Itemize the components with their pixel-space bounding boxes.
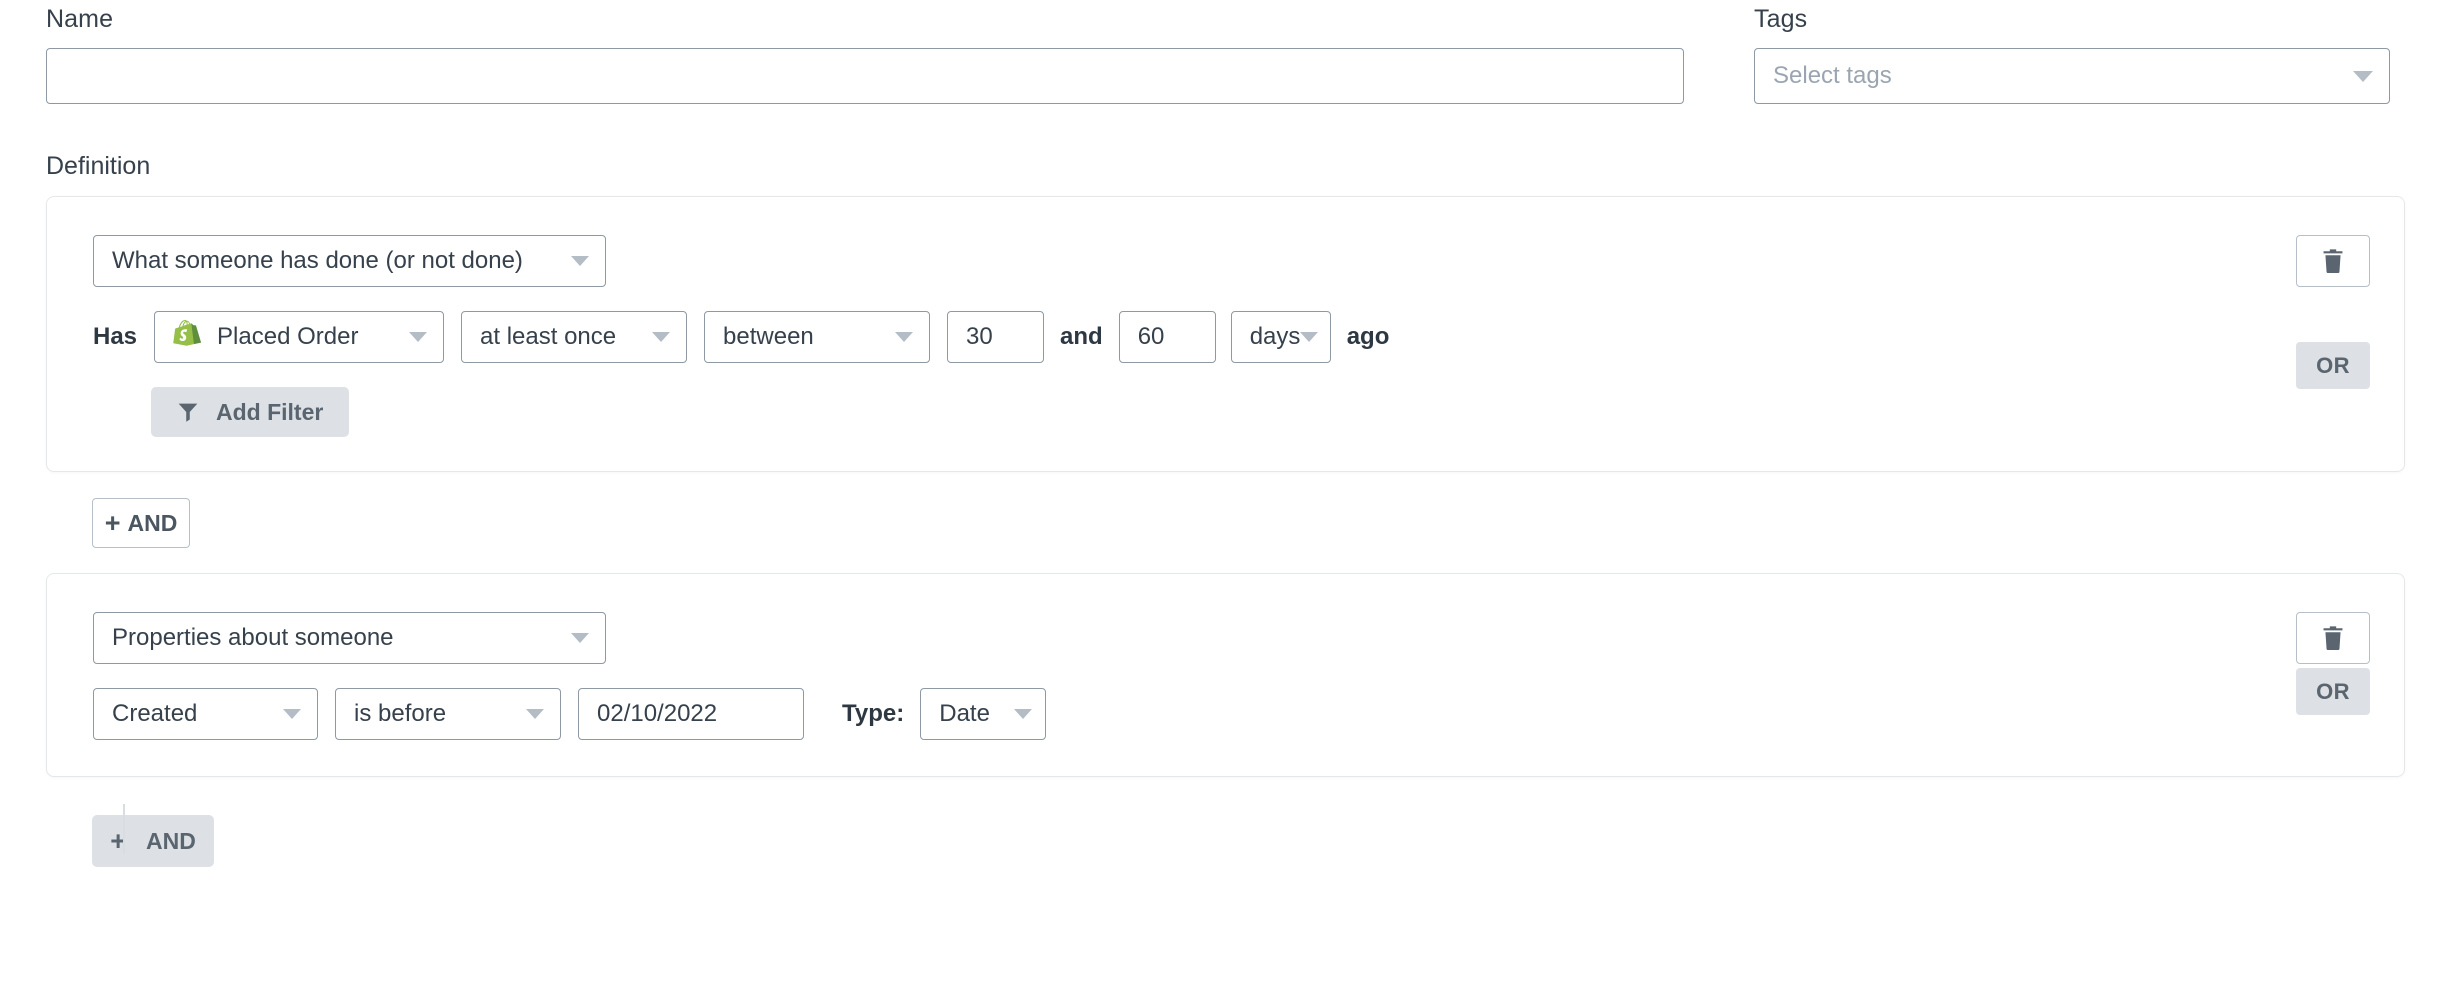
tags-select-value: Select tags xyxy=(1773,62,1892,89)
condition-group-1: What someone has done (or not done) Has … xyxy=(46,196,2405,472)
date-value: 02/10/2022 xyxy=(597,700,718,727)
chevron-down-icon xyxy=(526,709,544,719)
add-and-middle-wrapper: + AND xyxy=(92,498,190,548)
metric-value: Placed Order xyxy=(217,323,359,350)
timeframe-value: between xyxy=(723,323,814,350)
tags-label: Tags xyxy=(1754,5,1808,33)
timeframe-select[interactable]: between xyxy=(704,311,931,363)
plus-icon: + xyxy=(104,507,121,538)
group-1-side-actions: OR xyxy=(2296,235,2370,389)
value-start-text: 30 xyxy=(966,323,993,350)
unit-value: days xyxy=(1249,323,1301,350)
property-value: Created xyxy=(112,700,198,727)
definition-label: Definition xyxy=(46,152,151,180)
chevron-down-icon xyxy=(283,709,301,719)
group-1-type-select[interactable]: What someone has done (or not done) xyxy=(93,235,606,287)
condition-group-2-body: Properties about someone Created is befo… xyxy=(47,612,2404,740)
add-and-middle-label: AND xyxy=(127,509,178,536)
value-end-text: 60 xyxy=(1137,323,1165,350)
top-fields-row: Name Tags Select tags xyxy=(0,0,2438,104)
or-group-1-button[interactable]: OR xyxy=(2296,342,2370,389)
group-1-addfilter-row: Add Filter xyxy=(93,387,2360,437)
add-and-bottom-wrapper: + AND xyxy=(92,815,2405,867)
funnel-icon xyxy=(178,403,198,422)
group-1-condition-row: Has Placed Order at least once between 3… xyxy=(93,311,2360,363)
chevron-down-icon xyxy=(895,332,914,342)
property-select[interactable]: Created xyxy=(93,688,318,740)
chevron-down-icon xyxy=(1014,709,1033,719)
chevron-down-icon xyxy=(571,256,589,266)
group-2-type-value: Properties about someone xyxy=(112,624,394,651)
name-field-group: Name xyxy=(46,4,1684,104)
date-input[interactable]: 02/10/2022 xyxy=(578,688,804,740)
group-2-condition-row: Created is before 02/10/2022 Type: Date xyxy=(93,688,2360,740)
chevron-down-icon xyxy=(1299,332,1318,342)
trash-icon xyxy=(2323,626,2343,650)
type-label: Type: xyxy=(842,700,905,727)
type-value: Date xyxy=(939,700,990,727)
add-and-bottom-label: AND xyxy=(145,827,196,854)
add-and-bottom-button[interactable]: + AND xyxy=(92,815,214,867)
add-filter-button[interactable]: Add Filter xyxy=(151,387,350,437)
value-end-input[interactable]: 60 xyxy=(1118,311,1216,363)
tags-field-group: Tags Select tags xyxy=(1754,4,2390,104)
name-input[interactable] xyxy=(46,48,1684,104)
name-label: Name xyxy=(46,5,114,33)
definition-builder: What someone has done (or not done) Has … xyxy=(0,196,2438,867)
delete-group-1-button[interactable] xyxy=(2296,235,2370,287)
group-2-type-select[interactable]: Properties about someone xyxy=(93,612,606,664)
chevron-down-icon xyxy=(652,332,671,342)
chevron-down-icon xyxy=(409,332,428,342)
type-select[interactable]: Date xyxy=(920,688,1047,740)
metric-select[interactable]: Placed Order xyxy=(154,311,445,363)
condition-group-2: Properties about someone Created is befo… xyxy=(46,573,2405,777)
add-filter-label: Add Filter xyxy=(216,398,324,425)
condition-group-1-body: What someone has done (or not done) Has … xyxy=(47,235,2404,437)
unit-select[interactable]: days xyxy=(1230,311,1331,363)
delete-group-2-button[interactable] xyxy=(2296,612,2370,664)
value-start-input[interactable]: 30 xyxy=(947,311,1045,363)
operator-select[interactable]: is before xyxy=(335,688,561,740)
group-1-type-row: What someone has done (or not done) xyxy=(93,235,2360,287)
chevron-down-icon xyxy=(2353,71,2373,82)
and-conjunction-label: and xyxy=(1060,323,1103,350)
chevron-down-icon xyxy=(571,633,589,643)
or-group-2-button[interactable]: OR xyxy=(2296,668,2370,715)
group-2-type-row: Properties about someone xyxy=(93,612,2360,664)
trash-icon xyxy=(2323,249,2343,273)
frequency-select[interactable]: at least once xyxy=(461,311,688,363)
operator-value: is before xyxy=(354,700,447,727)
group-1-type-value: What someone has done (or not done) xyxy=(112,247,523,274)
tags-select[interactable]: Select tags xyxy=(1754,48,2390,104)
add-and-middle-button[interactable]: + AND xyxy=(92,498,190,548)
ago-label: ago xyxy=(1346,323,1390,350)
group-connector-bottom xyxy=(123,804,125,854)
has-label: Has xyxy=(93,323,138,350)
group-2-side-actions: OR xyxy=(2296,612,2370,715)
frequency-value: at least once xyxy=(480,323,617,350)
shopify-icon xyxy=(173,320,202,346)
segment-builder-page: Name Tags Select tags Definition What so… xyxy=(0,0,2438,994)
